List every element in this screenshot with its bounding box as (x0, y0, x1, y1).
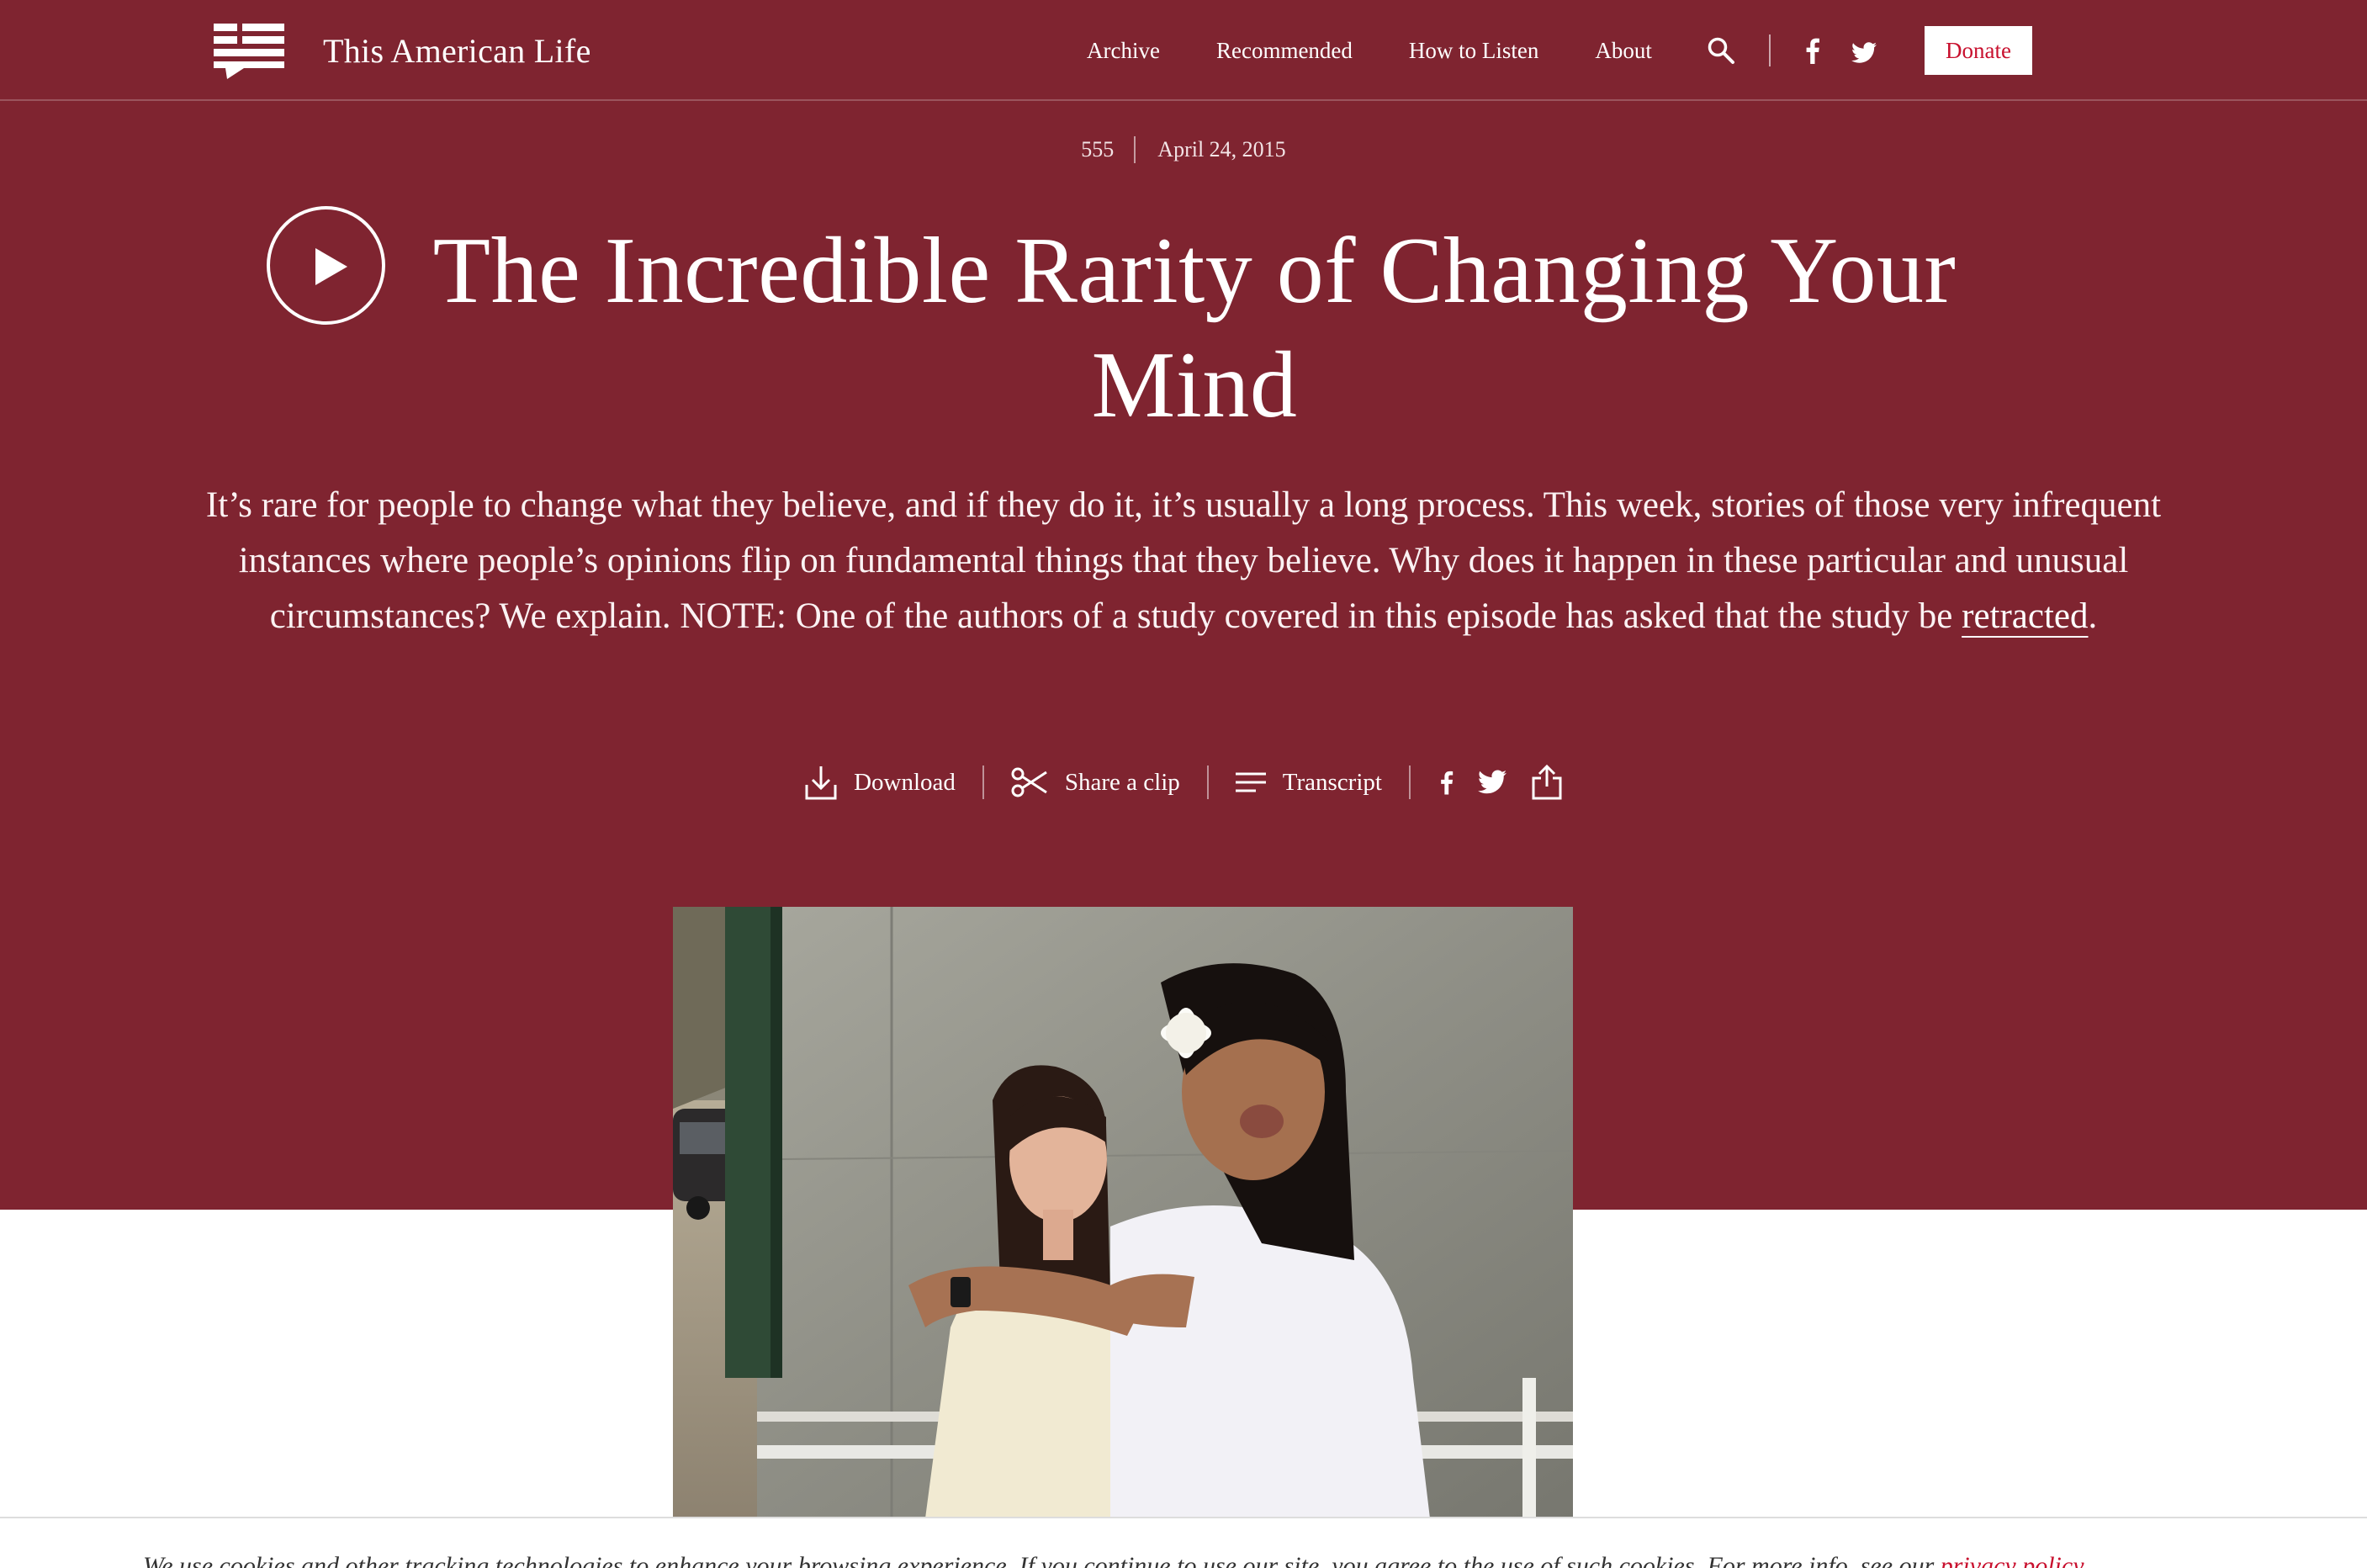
episode-title: The Incredible Rarity of Changing Your M… (432, 219, 1957, 437)
privacy-policy-link[interactable]: privacy policy (1941, 1552, 2084, 1568)
transcript-icon (1235, 772, 1266, 792)
download-label: Download (854, 768, 956, 796)
play-button[interactable] (267, 206, 385, 325)
share-clip-label: Share a clip (1064, 768, 1180, 796)
search-icon[interactable] (1707, 36, 1735, 65)
action-divider (982, 765, 984, 799)
scissors-icon (1011, 767, 1047, 797)
episode-photo (673, 907, 1573, 1518)
description-end: . (2088, 596, 2098, 636)
logo-mark-icon (214, 24, 284, 79)
cookie-text: We use cookies and other tracking techno… (143, 1552, 1941, 1568)
transcript-label: Transcript (1282, 768, 1382, 796)
main-nav: Archive Recommended How to Listen About (1087, 0, 1877, 101)
cookie-message: We use cookies and other tracking techno… (143, 1552, 2084, 1568)
play-icon (315, 248, 347, 285)
download-button[interactable]: Download (805, 765, 956, 800)
episode-number: 555 (1081, 137, 1115, 162)
retracted-link[interactable]: retracted (1962, 596, 2088, 636)
nav-archive[interactable]: Archive (1087, 38, 1160, 64)
episode-image (673, 907, 1573, 1518)
episode-meta: 555 April 24, 2015 (0, 136, 2367, 163)
nav-divider (1768, 34, 1771, 66)
episode-date: April 24, 2015 (1157, 137, 1286, 162)
facebook-icon[interactable] (1438, 768, 1454, 797)
episode-description: It’s rare for people to change what they… (202, 478, 2165, 644)
transcript-button[interactable]: Transcript (1235, 768, 1382, 797)
episode-actions: Download Share a clip Transcript (0, 757, 2367, 808)
action-divider (1408, 765, 1411, 799)
share-icons (1438, 765, 1562, 800)
twitter-icon[interactable] (1477, 770, 1507, 795)
facebook-icon[interactable] (1803, 37, 1821, 64)
description-text: It’s rare for people to change what they… (205, 485, 2162, 636)
site-logo-link[interactable]: This American Life (214, 24, 591, 79)
nav-recommended[interactable]: Recommended (1216, 38, 1353, 64)
donate-button[interactable]: Donate (1925, 26, 2032, 75)
cookie-banner: We use cookies and other tracking techno… (0, 1517, 2367, 1568)
site-header: This American Life Archive Recommended H… (0, 0, 2367, 101)
twitter-icon[interactable] (1851, 42, 1877, 64)
site-name: This American Life (323, 32, 591, 70)
action-divider (1206, 765, 1209, 799)
meta-divider (1134, 136, 1136, 163)
share-icon[interactable] (1532, 765, 1562, 800)
nav-about[interactable]: About (1595, 38, 1652, 64)
share-clip-button[interactable]: Share a clip (1011, 767, 1180, 797)
download-icon (805, 766, 837, 800)
nav-how-to-listen[interactable]: How to Listen (1409, 38, 1539, 64)
